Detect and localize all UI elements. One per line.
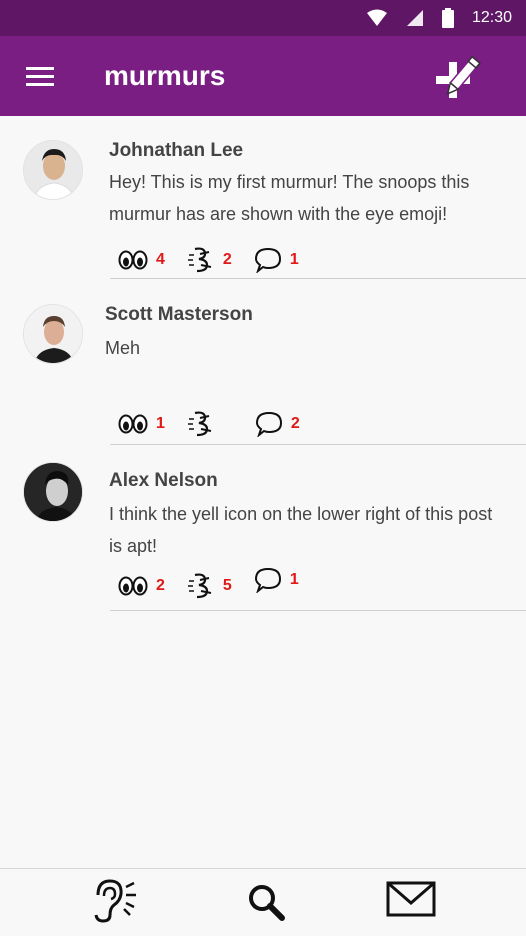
comment-button[interactable]: 2	[255, 411, 300, 437]
mail-icon	[386, 881, 436, 917]
snoop-count: 1	[156, 415, 165, 432]
yell-button[interactable]: 5	[187, 572, 232, 600]
divider	[110, 444, 526, 445]
murmur-post: Alex Nelson I think the yell icon on the…	[0, 446, 526, 612]
post-author[interactable]: Alex Nelson	[109, 470, 218, 492]
post-actions: 4 2 1	[118, 246, 299, 274]
app-bar: murmurs	[0, 36, 526, 116]
comment-bubble-icon	[255, 411, 282, 437]
divider	[110, 278, 526, 279]
menu-button[interactable]	[26, 66, 56, 88]
snoop-button[interactable]: 4	[118, 250, 165, 270]
snoop-count: 2	[156, 577, 165, 594]
eyes-icon	[118, 576, 148, 596]
comment-button[interactable]: 1	[254, 247, 299, 273]
comment-bubble-icon	[254, 247, 281, 273]
hamburger-menu-icon	[26, 67, 54, 86]
listen-ear-icon	[94, 879, 136, 923]
murmur-post: Johnathan Lee Hey! This is my first murm…	[0, 116, 526, 280]
post-actions: 2 5 1	[118, 567, 299, 600]
avatar-photo	[24, 463, 82, 521]
battery-icon	[441, 8, 454, 28]
yell-button[interactable]	[187, 410, 223, 438]
avatar[interactable]	[23, 304, 83, 364]
yell-button[interactable]: 2	[187, 246, 232, 274]
comment-count: 1	[289, 571, 299, 588]
post-text: Meh	[105, 338, 141, 358]
murmur-post: Scott Masterson Meh 1 2	[0, 280, 526, 446]
messages-button[interactable]	[386, 881, 436, 919]
compose-murmur-button[interactable]	[432, 54, 496, 110]
eyes-icon	[118, 250, 148, 270]
wifi-icon	[366, 9, 387, 26]
search-icon	[249, 885, 285, 921]
yell-count: 5	[222, 577, 232, 594]
avatar-photo	[24, 141, 82, 199]
yell-count: 2	[222, 251, 232, 268]
bottom-navigation	[0, 868, 526, 936]
comment-bubble-icon	[254, 567, 281, 593]
post-actions: 1 2	[118, 410, 300, 438]
post-text: I think the yell icon on the lower right…	[109, 504, 493, 556]
snoop-button[interactable]: 1	[118, 414, 165, 434]
divider	[110, 610, 526, 611]
status-time: 12:30	[471, 9, 512, 26]
snoop-button[interactable]: 2	[118, 576, 165, 596]
eyes-icon	[118, 414, 148, 434]
search-button[interactable]	[244, 881, 288, 923]
snoop-count: 4	[156, 251, 165, 268]
post-author[interactable]: Scott Masterson	[105, 304, 253, 326]
avatar[interactable]	[23, 462, 83, 522]
status-bar: 12:30	[0, 0, 526, 36]
post-text: Hey! This is my first murmur! The snoops…	[109, 172, 470, 224]
compose-plus-pencil-icon	[436, 55, 481, 98]
yell-icon	[187, 247, 212, 273]
yell-icon	[187, 411, 212, 437]
comment-button[interactable]: 1	[254, 567, 299, 593]
yell-icon	[187, 573, 212, 599]
comment-count: 2	[290, 415, 300, 432]
app-title: murmurs	[104, 60, 226, 91]
avatar-photo	[24, 305, 82, 363]
listen-button[interactable]	[88, 877, 140, 925]
cell-signal-icon	[406, 10, 423, 26]
post-author[interactable]: Johnathan Lee	[109, 140, 243, 162]
avatar[interactable]	[23, 140, 83, 200]
comment-count: 1	[289, 251, 299, 268]
